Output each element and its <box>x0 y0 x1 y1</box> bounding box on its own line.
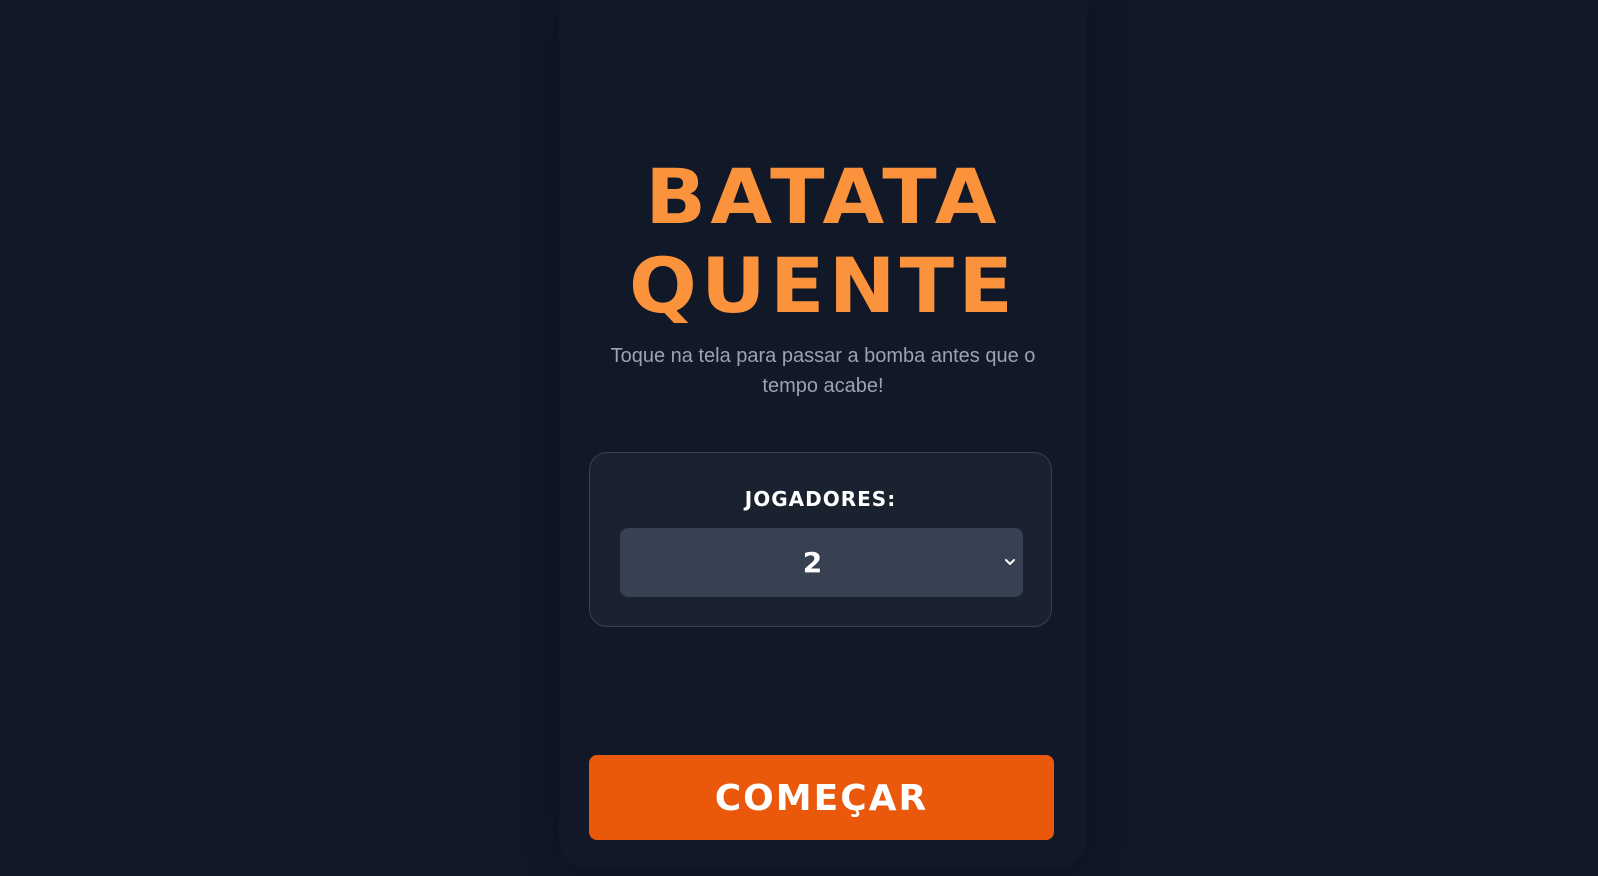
game-instructions: Toque na tela para passar a bomba antes … <box>610 345 1036 397</box>
chevron-down-icon <box>1005 559 1015 565</box>
players-select[interactable]: 2 <box>620 528 1023 597</box>
players-selected-value: 2 <box>802 546 823 579</box>
game-card: BATATA QUENTE Toque na tela para passar … <box>559 0 1087 868</box>
players-panel: JOGADORES: 2 <box>589 452 1052 627</box>
start-button[interactable]: COMEÇAR <box>589 755 1054 840</box>
game-title-line-1: BATATA <box>645 152 1001 241</box>
game-title-line-2: QUENTE <box>628 241 1018 330</box>
players-label: JOGADORES: <box>744 487 897 511</box>
game-title: BATATA QUENTE <box>546 152 1100 330</box>
